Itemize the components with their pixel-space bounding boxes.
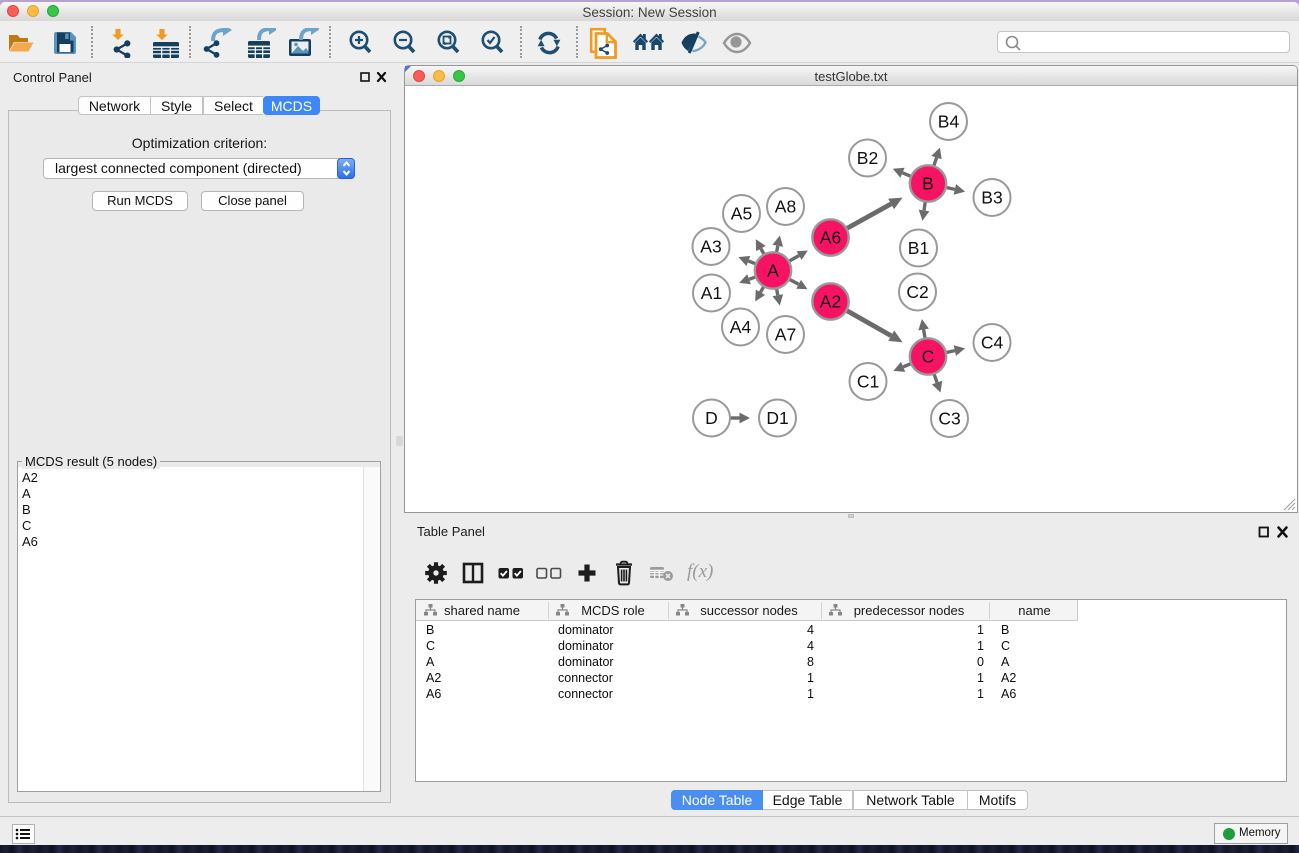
svg-text:C: C [922,347,935,367]
svg-text:C3: C3 [938,409,960,429]
svg-text:D1: D1 [766,408,788,428]
svg-text:A8: A8 [775,197,796,217]
svg-text:B4: B4 [938,112,960,132]
svg-text:A4: A4 [730,317,752,337]
svg-text:B2: B2 [857,148,878,168]
svg-text:A1: A1 [701,283,722,303]
svg-text:D: D [705,408,718,428]
svg-text:A2: A2 [820,292,841,312]
svg-text:A6: A6 [820,228,841,248]
svg-text:A5: A5 [731,204,752,224]
svg-text:B1: B1 [908,238,929,258]
svg-text:B: B [922,174,934,194]
svg-text:A3: A3 [700,237,721,257]
svg-text:A: A [767,261,779,281]
svg-text:A7: A7 [775,325,796,345]
svg-text:C1: C1 [857,372,879,392]
svg-text:C2: C2 [906,282,928,302]
svg-text:C4: C4 [981,333,1004,353]
svg-text:B3: B3 [981,188,1002,208]
